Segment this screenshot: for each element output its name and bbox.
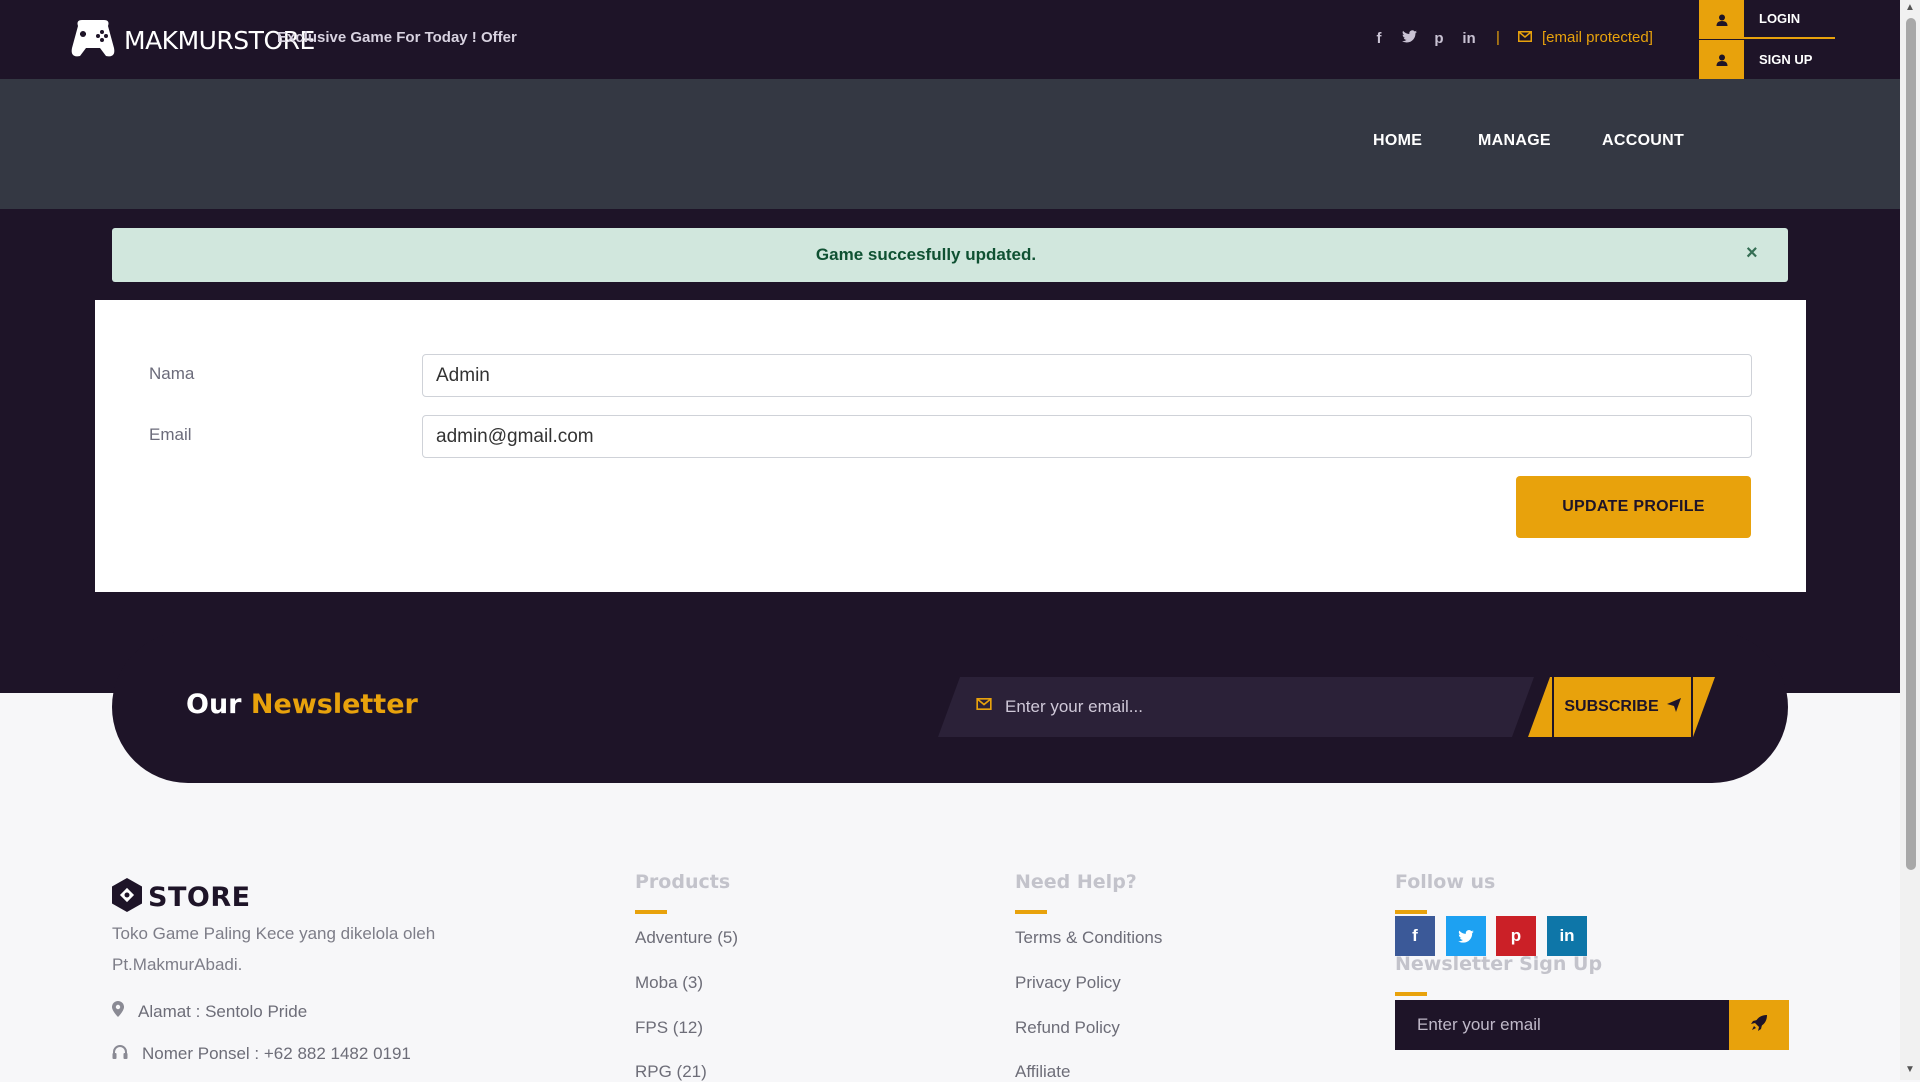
products-title: Products [635, 871, 731, 893]
scroll-up-arrow-icon[interactable]: ▲ [1903, 2, 1917, 14]
name-label: Nama [149, 364, 195, 383]
auth-box: LOGIN SIGN UP [1699, 0, 1835, 79]
product-link[interactable]: FPS (12) [635, 1018, 703, 1038]
gamepad-icon [68, 14, 118, 67]
login-button[interactable]: LOGIN [1699, 0, 1835, 39]
footer-subscribe-button[interactable] [1729, 1000, 1789, 1050]
store-logo-icon [112, 878, 142, 917]
newsletter-signup-title: Newsletter Sign Up [1395, 953, 1603, 975]
user-icon [1699, 40, 1744, 79]
name-field[interactable] [422, 354, 1752, 397]
header-email-text: [email protected] [1542, 29, 1653, 46]
newsletter-title-prefix: Our [186, 689, 242, 720]
products-title-underline [635, 910, 667, 914]
login-label: LOGIN [1744, 0, 1835, 39]
headphones-icon [112, 1044, 128, 1064]
header-email[interactable]: [email protected] [1518, 29, 1653, 46]
product-link[interactable]: Adventure (5) [635, 928, 738, 948]
scrollbar-thumb[interactable] [1906, 18, 1916, 870]
subscribe-label: SUBSCRIBE [1564, 698, 1659, 715]
follow-title: Follow us [1395, 871, 1496, 893]
follow-title-underline [1395, 910, 1427, 914]
linkedin-icon[interactable]: in [1460, 30, 1478, 47]
signup-button[interactable]: SIGN UP [1699, 40, 1835, 79]
envelope-icon [1518, 29, 1532, 46]
subscribe-button[interactable]: SUBSCRIBE [1552, 677, 1693, 737]
newsletter-signup-underline [1395, 992, 1427, 996]
scroll-down-arrow-icon[interactable]: ▼ [1903, 1064, 1917, 1076]
email-label: Email [149, 425, 192, 444]
nav-home[interactable]: HOME [1373, 132, 1422, 150]
footer-address: Alamat : Sentolo Pride [112, 1001, 307, 1022]
update-profile-button[interactable]: UPDATE PROFILE [1516, 476, 1751, 538]
map-pin-icon [112, 1001, 124, 1022]
footer-email-input[interactable]: Enter your email [1395, 1000, 1730, 1050]
pinterest-icon[interactable]: p [1430, 30, 1448, 47]
footer-address-text: Alamat : Sentolo Pride [138, 1001, 308, 1021]
header-tagline: Exclusive Game For Today ! Offer [277, 29, 517, 46]
footer-description: Toko Game Paling Kece yang dikelola oleh… [112, 924, 436, 974]
nav-account[interactable]: ACCOUNT [1602, 132, 1684, 150]
footer-logo[interactable]: STORE [112, 878, 251, 917]
facebook-icon[interactable]: f [1370, 30, 1388, 47]
header-separator: | [1496, 29, 1500, 46]
newsletter-title: Our Newsletter [186, 689, 418, 720]
help-title-underline [1015, 910, 1047, 914]
facebook-icon[interactable]: f [1395, 916, 1435, 956]
footer-phone-text: Nomer Ponsel : +62 882 1482 0191 [142, 1044, 411, 1063]
newsletter-placeholder: Enter your email... [1005, 697, 1143, 716]
product-link[interactable]: Moba (3) [635, 973, 703, 993]
help-link[interactable]: Privacy Policy [1015, 973, 1121, 993]
envelope-icon [976, 697, 992, 715]
help-link[interactable]: Affiliate [1015, 1062, 1070, 1082]
paper-plane-icon [1666, 697, 1681, 717]
help-title: Need Help? [1015, 871, 1137, 893]
help-link[interactable]: Terms & Conditions [1015, 928, 1162, 948]
pinterest-icon[interactable]: p [1496, 916, 1536, 956]
twitter-icon[interactable] [1400, 30, 1418, 47]
header-social-links: f p in [1370, 30, 1478, 47]
success-alert: Game succesfully updated. × [112, 228, 1788, 282]
twitter-icon[interactable] [1446, 916, 1486, 956]
close-icon[interactable]: × [1746, 242, 1758, 265]
product-link[interactable]: RPG (21) [635, 1062, 707, 1082]
user-icon [1699, 0, 1744, 39]
alert-message: Game succesfully updated. [815, 245, 1037, 264]
nav-manage[interactable]: MANAGE [1478, 132, 1551, 150]
signup-label: SIGN UP [1744, 40, 1835, 79]
rocket-icon [1750, 1014, 1768, 1037]
linkedin-icon[interactable]: in [1547, 916, 1587, 956]
newsletter-title-accent: Newsletter [250, 689, 418, 720]
footer-phone: Nomer Ponsel : +62 882 1482 0191 [112, 1044, 411, 1064]
email-field[interactable] [422, 415, 1752, 458]
help-link[interactable]: Refund Policy [1015, 1018, 1120, 1038]
footer-logo-text: STORE [148, 882, 251, 913]
